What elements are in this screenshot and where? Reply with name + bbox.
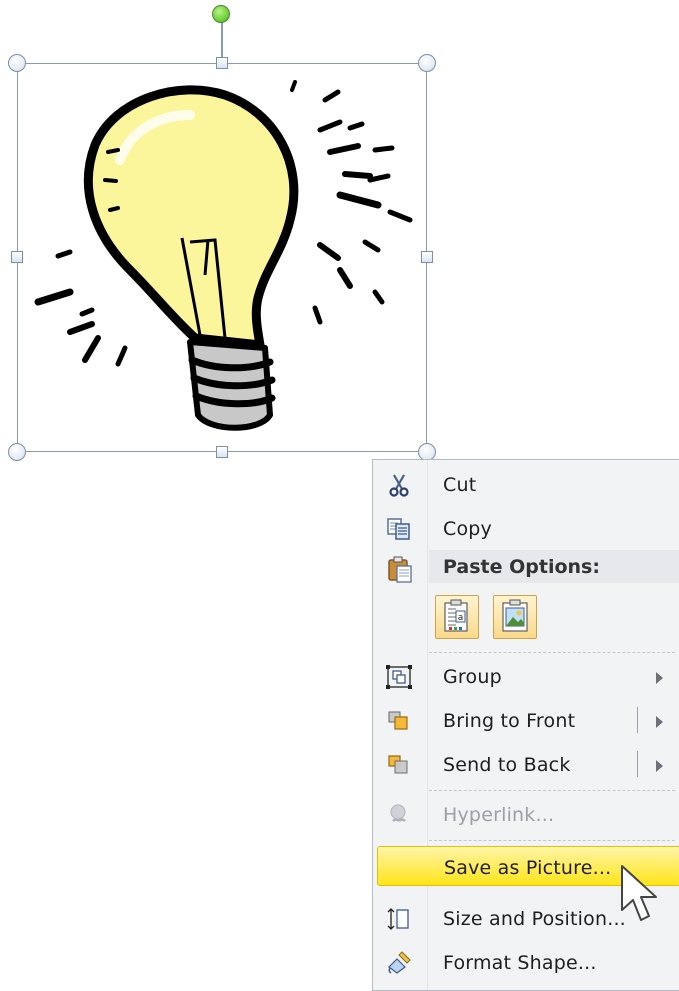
scissors-icon — [389, 474, 409, 497]
menu-item-label: Hyperlink... — [443, 804, 555, 826]
menu-item-label: Group — [443, 666, 502, 688]
menu-separator — [429, 652, 675, 653]
hyperlink-icon — [390, 804, 406, 822]
menu-item-send-to-back[interactable]: Send to Back — [373, 744, 679, 784]
menu-item-hyperlink: Hyperlink... — [373, 794, 679, 834]
menu-item-bring-to-front[interactable]: Bring to Front — [373, 700, 679, 740]
resize-handle-bottom[interactable] — [216, 446, 228, 458]
menu-separator — [429, 840, 675, 841]
menu-item-label: Copy — [443, 518, 492, 540]
send-to-back-icon — [388, 755, 408, 774]
rotation-handle[interactable] — [212, 5, 230, 23]
paste-options-header: Paste Options: — [429, 550, 679, 583]
group-icon — [386, 665, 412, 689]
resize-handle-right[interactable] — [421, 251, 433, 263]
paste-icon — [388, 556, 412, 583]
paste-use-destination-theme-button[interactable]: a — [435, 595, 479, 639]
menu-item-label: Save as Picture... — [444, 857, 612, 879]
menu-separator — [429, 790, 675, 791]
menu-item-format-shape[interactable]: Format Shape... — [373, 942, 679, 982]
bulb-glass — [83, 85, 299, 350]
format-shape-icon — [388, 951, 411, 974]
menu-item-label: Bring to Front — [443, 710, 576, 732]
split-divider — [637, 707, 638, 733]
submenu-arrow-icon — [656, 672, 663, 684]
resize-handle-left[interactable] — [11, 251, 23, 263]
resize-handle-bottom-left[interactable] — [8, 443, 26, 461]
submenu-arrow-icon[interactable] — [656, 716, 663, 728]
menu-item-label: Format Shape... — [443, 952, 597, 974]
menu-item-label: Send to Back — [443, 754, 571, 776]
size-position-icon — [387, 908, 409, 930]
lightbulb-clipart[interactable] — [20, 70, 430, 450]
svg-text:a: a — [458, 613, 464, 623]
bring-to-front-icon — [388, 711, 408, 730]
paste-picture-button[interactable] — [493, 595, 537, 639]
bulb-base — [187, 339, 276, 431]
paste-picture-icon — [502, 599, 528, 632]
resize-handle-top[interactable] — [216, 57, 228, 69]
menu-item-group[interactable]: Group — [373, 656, 679, 696]
menu-item-cut[interactable]: Cut — [373, 464, 679, 504]
menu-item-copy[interactable]: Copy — [373, 508, 679, 548]
paste-text-icon: a — [444, 599, 468, 632]
copy-icon — [387, 518, 410, 540]
menu-item-label: Cut — [443, 474, 477, 496]
split-divider — [637, 751, 638, 777]
resize-handle-top-right[interactable] — [418, 54, 436, 72]
submenu-arrow-icon[interactable] — [656, 760, 663, 772]
menu-item-label: Size and Position... — [443, 908, 626, 930]
resize-handle-top-left[interactable] — [8, 54, 26, 72]
mouse-pointer-icon — [621, 865, 657, 921]
